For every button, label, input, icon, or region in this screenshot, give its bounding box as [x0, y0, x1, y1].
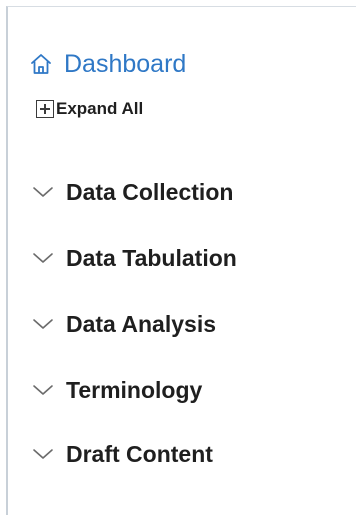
expand-all-label: Expand All: [56, 99, 144, 118]
nav-item-label: Data Analysis: [66, 310, 216, 337]
nav-item-data-collection[interactable]: Data Collection: [32, 175, 233, 209]
chevron-down-icon: [32, 185, 54, 199]
chevron-down-icon: [32, 251, 54, 265]
nav-item-data-tabulation[interactable]: Data Tabulation: [32, 241, 237, 275]
dashboard-link[interactable]: Dashboard: [30, 47, 186, 81]
chevron-down-icon: [32, 447, 54, 461]
expand-all-button[interactable]: Expand All: [36, 97, 143, 121]
chevron-down-icon: [32, 383, 54, 397]
nav-item-draft-content[interactable]: Draft Content: [32, 437, 213, 471]
nav-item-terminology[interactable]: Terminology: [32, 373, 202, 407]
nav-item-label: Data Collection: [66, 178, 234, 205]
nav-item-label: Terminology: [66, 376, 203, 403]
chevron-down-icon: [32, 317, 54, 331]
nav-item-label: Draft Content: [66, 440, 213, 467]
dashboard-label: Dashboard: [64, 49, 187, 78]
sidebar-panel: Dashboard Expand All Data Collection Dat…: [6, 6, 356, 515]
plus-square-icon: [36, 100, 54, 118]
nav-item-data-analysis[interactable]: Data Analysis: [32, 307, 216, 341]
nav-item-label: Data Tabulation: [66, 244, 237, 271]
home-icon: [30, 53, 52, 75]
